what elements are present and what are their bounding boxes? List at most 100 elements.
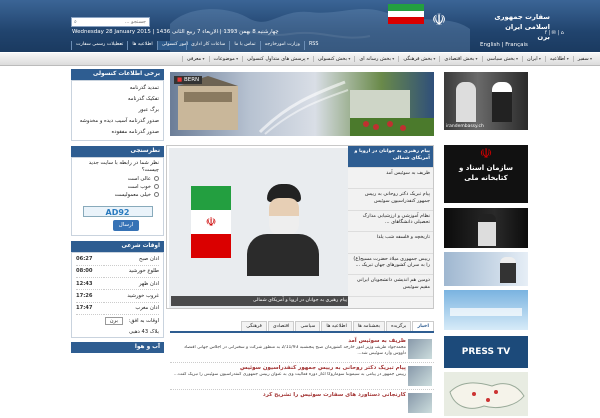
consular-link[interactable]: صدور گذرنامه مفقوده (76, 127, 159, 138)
slider-image[interactable]: ☫ پیام رهبری به جوانان در اروپا و آمریکا… (169, 148, 351, 308)
nav-cultural[interactable]: بخش فرهنگی (398, 56, 439, 62)
person-graphic (492, 82, 512, 122)
table-row: اذان صبح 06:27 (76, 253, 159, 266)
weather-title: آب و هوا (71, 341, 164, 353)
top-link-holidays[interactable]: تعطیلات رسمی سفارت (71, 41, 127, 50)
slider-title-item[interactable]: پیام تبریک دکتر روحانی به رییس جمهور کنف… (348, 189, 433, 211)
news-title[interactable]: پیام تبریک دکتر روحانی به رییس جمهور کنف… (170, 365, 406, 372)
tab-circulars[interactable]: بخشنامه ها (352, 321, 386, 331)
site-header: ⌕ جستجو ... Wednesday 28 January 2015 | … (0, 0, 600, 52)
banner-graphic (450, 308, 522, 316)
archive-banner[interactable]: ☫ سازمان اسناد و کتابخانه ملی (444, 145, 528, 203)
city-banner: ■ BERN (170, 72, 434, 136)
leader-banner[interactable] (444, 208, 528, 248)
news-summary: محمدجواد ظریف وزیر امور خارجه کشورمان صب… (183, 345, 406, 356)
top-link-hours[interactable]: ساعات کار اداری (186, 41, 229, 50)
banner-tag: ■ BERN (174, 76, 203, 84)
embassy-title: سفارت جمهوری اسلامی ایران برن (494, 13, 550, 41)
news-title[interactable]: کارنجانی دستاورد های سفارت سوئیس را تشری… (170, 392, 406, 399)
slider-title-item[interactable]: دومین هم اندیشی دانشجویان ایرانی مقیم سو… (348, 275, 433, 297)
lang-french[interactable]: Français (505, 42, 528, 48)
tab-economic[interactable]: اقتصادی (267, 321, 295, 331)
table-row: طلوع خورشید 08:00 (76, 265, 159, 279)
search-input[interactable]: ⌕ جستجو ... (71, 17, 150, 27)
tab-notices[interactable]: اطلاعیه ها (321, 321, 352, 331)
consular-link[interactable]: تفکیک گذرنامه (76, 94, 159, 105)
language-switch: English | Français (480, 42, 528, 48)
slider-title-item[interactable]: رییس جمهوری میلاد حضرت مسیح(ع) را به سرا… (348, 254, 433, 275)
peace-banner[interactable] (444, 290, 528, 330)
swiss-map-graphic (449, 382, 525, 409)
nav-notice[interactable]: اطلاعیه (544, 56, 573, 62)
radio-button[interactable] (154, 176, 159, 181)
top-link-contact[interactable]: تماس با ما (229, 41, 259, 50)
radio-button[interactable] (154, 184, 159, 189)
portrait-graphic (247, 184, 319, 276)
slider-title-item[interactable]: نظام آموزشی و ارزشیابی مدارک تحصیلی دانش… (348, 211, 433, 232)
iran-flag (388, 4, 424, 24)
tab-selected[interactable]: برگزیده (386, 321, 412, 331)
person-graphic (456, 82, 476, 122)
main-nav: سفیر اطلاعیه ایران بخش سیاسی بخش اقتصادی… (0, 53, 600, 66)
top-link-notices[interactable]: اطلاعیه ها (127, 41, 156, 50)
slider-titles: پیام رهبری به جوانان در اروپا و آمریکای … (348, 146, 433, 308)
poll-option[interactable]: خیلی معمولیست (76, 190, 159, 201)
search-icon[interactable]: ⌕ (74, 19, 77, 25)
prayer-times-title: اوقات شرعی (71, 241, 164, 252)
poll-submit-button[interactable]: ارسال (113, 220, 139, 231)
list-item[interactable]: ظریف به سوئیس آمد محمدجواد ظریف وزیر امو… (170, 336, 434, 363)
iran-emblem-icon: ☫ (431, 10, 447, 29)
slider-title-item[interactable]: پیام رهبری به جوانان در اروپا و آمریکای … (348, 146, 433, 168)
top-link-rss[interactable]: RSS (303, 41, 322, 50)
date-line: Wednesday 28 January 2015 | چهارشنبه 8 ب… (72, 29, 279, 35)
nav-consular-faq[interactable]: پرسش های متداول کنسولی (242, 56, 313, 62)
press-tv-banner[interactable]: PRESS TV (444, 336, 528, 368)
lang-english[interactable]: English (480, 42, 500, 48)
right-photo-leaders[interactable]: irandembassy.ch (444, 72, 528, 130)
table-row: اذان ظهر 12:43 (76, 277, 159, 291)
nav-consular[interactable]: بخش کنسولی (312, 56, 355, 62)
nav-ambassador[interactable]: سفیر (572, 56, 596, 62)
nav-economic[interactable]: بخش اقتصادی (439, 56, 481, 62)
news-title[interactable]: ظریف به سوئیس آمد (170, 338, 406, 345)
news-thumbnail[interactable] (408, 366, 432, 386)
city-selector[interactable]: اوقات به افق: برن (76, 315, 159, 327)
nav-political[interactable]: بخش سیاسی (481, 56, 522, 62)
top-links-left: امور کنسولی اطلاعیه ها تعطیلات رسمی سفار… (71, 41, 192, 50)
prayer-times-body: اذان صبح 06:27 طلوع خورشید 08:00 اذان ظهر 1… (71, 252, 164, 338)
tab-political[interactable]: سیاسی (295, 321, 321, 331)
radio-button[interactable] (154, 192, 159, 197)
social-icons[interactable]: f | ✉ | ⌂ (545, 30, 564, 36)
list-item[interactable]: پیام تبریک دکتر روحانی به رییس جمهور کنف… (170, 363, 434, 390)
press-tv-logo: PRESS TV (461, 347, 511, 357)
nav-iran[interactable]: ایران (522, 56, 545, 62)
slider-title-item[interactable]: تاریخچه و فلسفه شب یلدا (348, 232, 433, 254)
consular-link[interactable]: صدور گذرنامه آسیب دیده و مخدوشه (76, 116, 159, 127)
consular-link[interactable]: تمدید گذرنامه (76, 83, 159, 94)
nav-intro[interactable]: معرفی (181, 56, 209, 62)
tab-news[interactable]: اخبار (412, 321, 434, 331)
emblem-icon: ☫ (479, 146, 493, 162)
prayer-footer: بلاک 43 ذهبی (128, 328, 159, 335)
consular-box-title: برخی اطلاعات کنسولی (71, 69, 164, 80)
news-thumbnail[interactable] (408, 339, 432, 359)
news-thumbnail[interactable] (408, 393, 432, 413)
slider-title-item[interactable]: ظریف به سوئیس آمد (348, 168, 433, 189)
leader-site-caption: irandembassy.ch (446, 124, 484, 129)
nav-media[interactable]: بخش رسانه ای (354, 56, 398, 62)
tv-icon: ■ (177, 77, 183, 83)
poll-body: نظر شما در رابطه با سایت جدید چیست؟ عالی… (71, 157, 164, 236)
tab-cultural[interactable]: فرهنگی (241, 321, 267, 331)
swiss-map-banner[interactable] (444, 372, 528, 416)
city-select[interactable]: برن (104, 316, 123, 325)
poll-title: نظرسنجی (71, 146, 164, 157)
nav-topics[interactable]: موضوعات (208, 56, 243, 62)
banner-graphic (178, 76, 434, 136)
top-link-mfa[interactable]: وزارت امورخارجه (259, 41, 304, 50)
consular-link[interactable]: برگ عبور (76, 105, 159, 116)
portrait-graphic (500, 257, 516, 283)
president-banner[interactable] (444, 252, 528, 286)
captcha-image: AD92 (82, 206, 153, 217)
top-links-right: RSS وزارت امورخارجه تماس با ما ساعات کار… (186, 41, 322, 50)
list-item[interactable]: کارنجانی دستاورد های سفارت سوئیس را تشری… (170, 390, 434, 417)
